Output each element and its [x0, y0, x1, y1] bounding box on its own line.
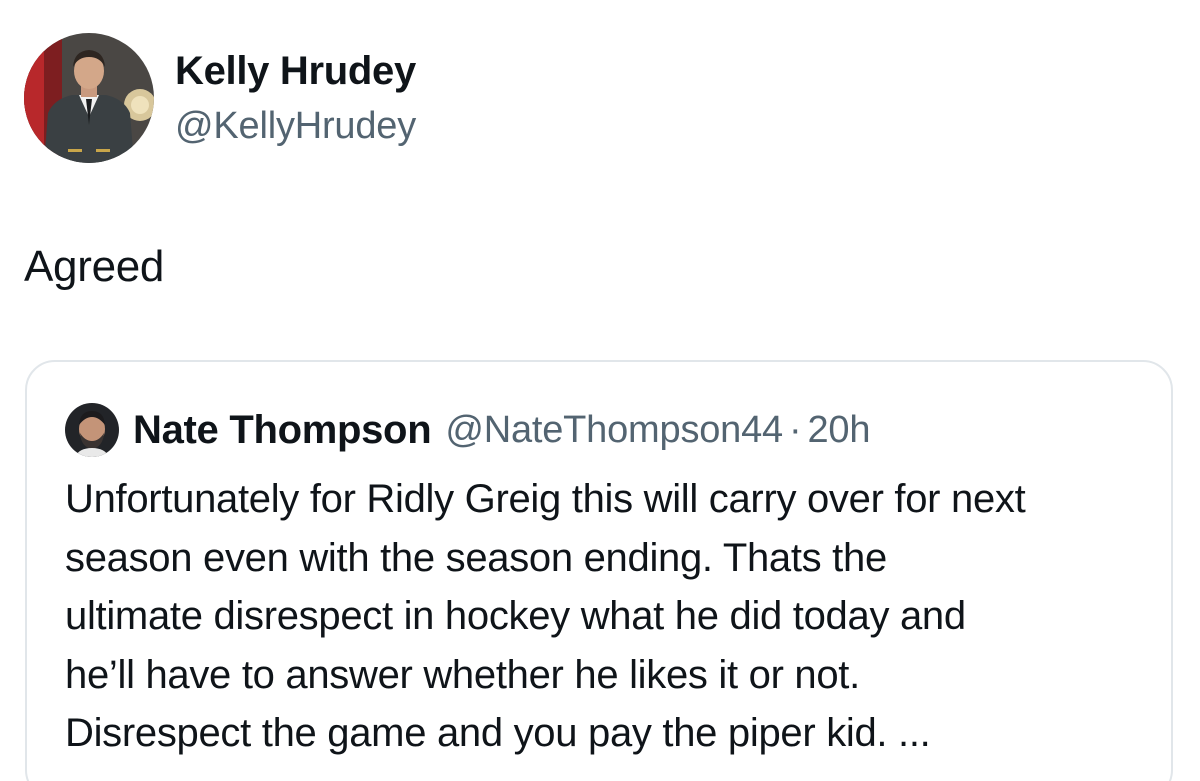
quoted-tweet-time[interactable]: 20h — [807, 409, 870, 452]
profile-photo-icon — [65, 403, 119, 457]
author-name[interactable]: Kelly Hrudey — [175, 46, 416, 96]
quoted-author-avatar[interactable] — [65, 403, 119, 457]
quoted-tweet-line: he’ll have to answer whether he likes it… — [65, 652, 860, 697]
profile-photo-icon — [24, 33, 154, 163]
author-handle[interactable]: @KellyHrudey — [175, 102, 416, 150]
quoted-tweet-text: Unfortunately for Ridly Greig this will … — [65, 470, 1155, 763]
quoted-author-handle[interactable]: @NateThompson44 — [445, 409, 783, 452]
quoted-tweet-header: Nate Thompson @NateThompson44 · 20h — [65, 402, 870, 458]
quoted-tweet-line: ultimate disrespect in hockey what he di… — [65, 594, 966, 638]
author-avatar[interactable] — [24, 33, 154, 163]
quoted-tweet-line: Disrespect the game and you pay the pipe… — [65, 711, 931, 755]
quoted-tweet-line: season even with the season ending. That… — [65, 535, 887, 580]
tweet-text: Agreed — [24, 242, 165, 291]
tweet-screenshot: Kelly Hrudey @KellyHrudey Agreed Nate Th… — [0, 0, 1200, 781]
quoted-tweet-card[interactable]: Nate Thompson @NateThompson44 · 20h Unfo… — [25, 360, 1173, 781]
quoted-tweet-line: Unfortunately for Ridly Greig this will … — [65, 477, 1026, 521]
separator-dot: · — [788, 408, 802, 451]
quoted-author-name[interactable]: Nate Thompson — [133, 408, 432, 453]
